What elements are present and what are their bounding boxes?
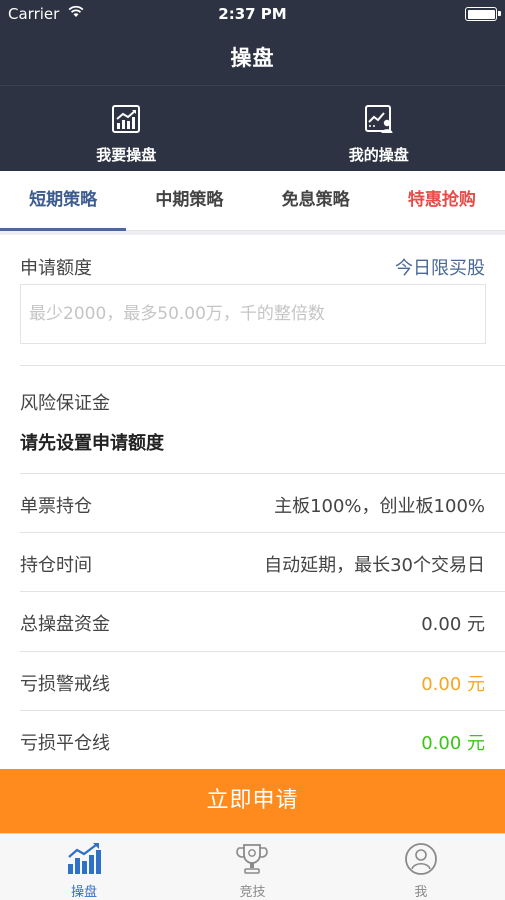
risk-margin-note: 请先设置申请额度 [20, 433, 164, 454]
divider [20, 651, 505, 652]
single-stock-row: 单票持仓 主板100%，创业板100% [20, 492, 485, 518]
header: Carrier 2:37 PM 操盘 我要操盘 我的操盘 [0, 0, 505, 171]
apply-amount-label: 申请额度 [20, 258, 92, 279]
status-bar: Carrier 2:37 PM [0, 0, 505, 28]
chart-trend-icon [112, 105, 141, 133]
hold-time-label: 持仓时间 [20, 555, 92, 576]
bar-chart-icon [68, 843, 102, 874]
warning-line-label: 亏损警戒线 [20, 674, 110, 695]
my-trading-button[interactable]: 我的操盘 [253, 86, 505, 171]
apply-now-button[interactable]: 立即申请 [0, 769, 505, 833]
tabbar-item-trading[interactable]: 操盘 [0, 834, 168, 900]
clock: 2:37 PM [218, 5, 287, 23]
divider [20, 473, 505, 474]
single-stock-value: 主板100%，创业板100% [274, 496, 485, 517]
tabbar-label-trading: 操盘 [71, 885, 98, 900]
page-title: 操盘 [230, 46, 275, 70]
daily-restricted-stocks-link[interactable]: 今日限买股 [395, 254, 485, 280]
risk-margin-row: 风险保证金 [20, 389, 485, 415]
tabbar-label-compete: 竞技 [239, 885, 266, 900]
hold-time-value: 自动延期，最长30个交易日 [264, 555, 485, 576]
start-trading-button[interactable]: 我要操盘 [0, 86, 253, 171]
stop-line-value: 0.00 元 [421, 733, 485, 754]
quick-actions: 我要操盘 我的操盘 [0, 86, 505, 171]
section-gap [0, 231, 505, 235]
stop-line-row: 亏损平仓线 0.00 元 [20, 729, 485, 755]
total-funds-label: 总操盘资金 [20, 614, 110, 635]
tab-mid-term[interactable]: 中期策略 [126, 171, 252, 230]
user-chart-icon [364, 105, 393, 133]
person-icon [404, 843, 437, 875]
trophy-icon [236, 844, 269, 874]
tab-short-term[interactable]: 短期策略 [0, 171, 127, 231]
stop-line-label: 亏损平仓线 [20, 733, 110, 754]
strategy-tabs: 短期策略 中期策略 免息策略 特惠抢购 [0, 171, 505, 231]
total-funds-row: 总操盘资金 0.00 元 [20, 610, 485, 636]
tab-interest-free[interactable]: 免息策略 [253, 171, 379, 230]
divider [20, 710, 505, 711]
hold-time-row: 持仓时间 自动延期，最长30个交易日 [20, 551, 485, 577]
battery-icon [465, 7, 501, 21]
risk-margin-label: 风险保证金 [20, 393, 110, 414]
total-funds-value: 0.00 元 [421, 614, 485, 635]
warning-line-row: 亏损警戒线 0.00 元 [20, 670, 485, 696]
tabbar-item-me[interactable]: 我 [337, 834, 505, 900]
bottom-tab-bar: 操盘 竞技 我 [0, 833, 505, 900]
tabbar-label-me: 我 [414, 885, 428, 900]
divider [20, 365, 505, 366]
warning-line-value: 0.00 元 [421, 674, 485, 695]
divider [20, 532, 505, 533]
apply-amount-input[interactable] [20, 284, 486, 344]
start-trading-label: 我要操盘 [96, 146, 157, 164]
my-trading-label: 我的操盘 [348, 146, 409, 164]
tab-special-offer[interactable]: 特惠抢购 [379, 171, 505, 230]
single-stock-label: 单票持仓 [20, 496, 92, 517]
apply-amount-row: 申请额度 今日限买股 [20, 254, 485, 280]
divider [20, 591, 505, 592]
tabbar-item-compete[interactable]: 竞技 [168, 834, 336, 900]
